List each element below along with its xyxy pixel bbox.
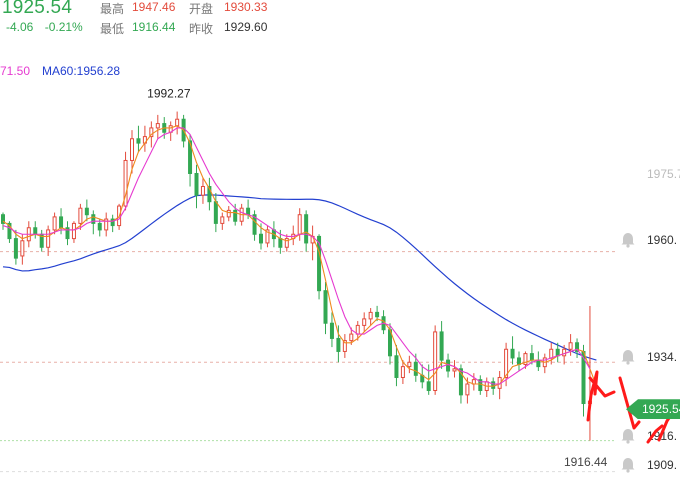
candle-up	[226, 209, 231, 218]
candle-up	[407, 361, 412, 368]
right-axis-label: 1975.7	[647, 167, 680, 181]
candle-down	[97, 222, 102, 231]
right-axis-label: 1909.	[647, 458, 677, 472]
candle-down	[304, 214, 309, 244]
candle-down	[446, 359, 451, 372]
ma-mid-line	[2, 125, 597, 387]
candle-up	[368, 311, 373, 320]
candle-up	[52, 216, 57, 231]
candle-up	[175, 118, 180, 127]
min-price-label: 1916.44	[564, 455, 608, 469]
candle-down	[536, 359, 541, 368]
candle-up	[78, 207, 83, 224]
candle-down	[194, 172, 199, 196]
candle-down	[529, 353, 534, 361]
bell-icon	[621, 350, 635, 365]
candle-down	[439, 331, 444, 361]
bell-icon-clapper	[626, 440, 630, 444]
bell-icon-clapper	[626, 361, 630, 365]
candle-up	[200, 186, 205, 196]
candle-down	[323, 290, 328, 324]
candle-up	[433, 331, 438, 392]
candle-down	[517, 357, 521, 365]
candle-up	[465, 383, 470, 396]
right-axis-label: 1934.	[647, 350, 677, 364]
candle-down	[136, 138, 141, 144]
candle-down	[329, 322, 334, 339]
ma-short-line	[2, 127, 591, 385]
bell-icon-clapper	[626, 244, 630, 248]
candle-down	[213, 201, 218, 224]
candle-down	[375, 311, 380, 318]
bell-icon-body	[621, 429, 635, 441]
candle-down	[246, 207, 251, 216]
candle-up	[362, 318, 367, 326]
candle-down	[84, 207, 89, 216]
candle-up	[220, 216, 225, 224]
bell-icon	[621, 458, 635, 473]
candle-up	[130, 138, 134, 161]
candle-down	[394, 355, 399, 378]
bell-icon	[621, 233, 635, 248]
candle-down	[278, 238, 283, 248]
candle-down	[33, 227, 38, 235]
candle-down	[59, 216, 64, 229]
candle-down	[336, 337, 341, 352]
candle-up	[297, 214, 302, 235]
candle-up	[549, 348, 554, 359]
candle-down	[510, 348, 515, 359]
candle-up	[349, 333, 354, 342]
candle-up	[562, 348, 567, 357]
candle-down	[13, 238, 18, 259]
candle-up	[155, 123, 160, 129]
max-price-label: 1992.27	[147, 87, 191, 101]
candle-up	[46, 229, 51, 248]
candle-up	[400, 366, 405, 378]
candle-down	[426, 381, 431, 392]
candlestick-chart: 1992.271916.441975.71960.1934.1916.1909.	[0, 87, 680, 473]
bell-icon-body	[621, 233, 635, 245]
candle-up	[568, 342, 573, 350]
candle-down	[491, 381, 496, 389]
bell-icon-clapper	[626, 469, 630, 473]
right-axis-label: 1960.	[647, 233, 677, 247]
bell-icon-body	[621, 350, 635, 362]
candle-down	[555, 348, 560, 357]
candle-up	[452, 368, 457, 372]
candle-down	[413, 361, 418, 376]
candle-up	[20, 240, 25, 257]
candle-down	[259, 233, 263, 244]
bell-icon	[621, 429, 635, 444]
candle-up	[71, 222, 76, 240]
bell-icon-body	[621, 458, 635, 470]
